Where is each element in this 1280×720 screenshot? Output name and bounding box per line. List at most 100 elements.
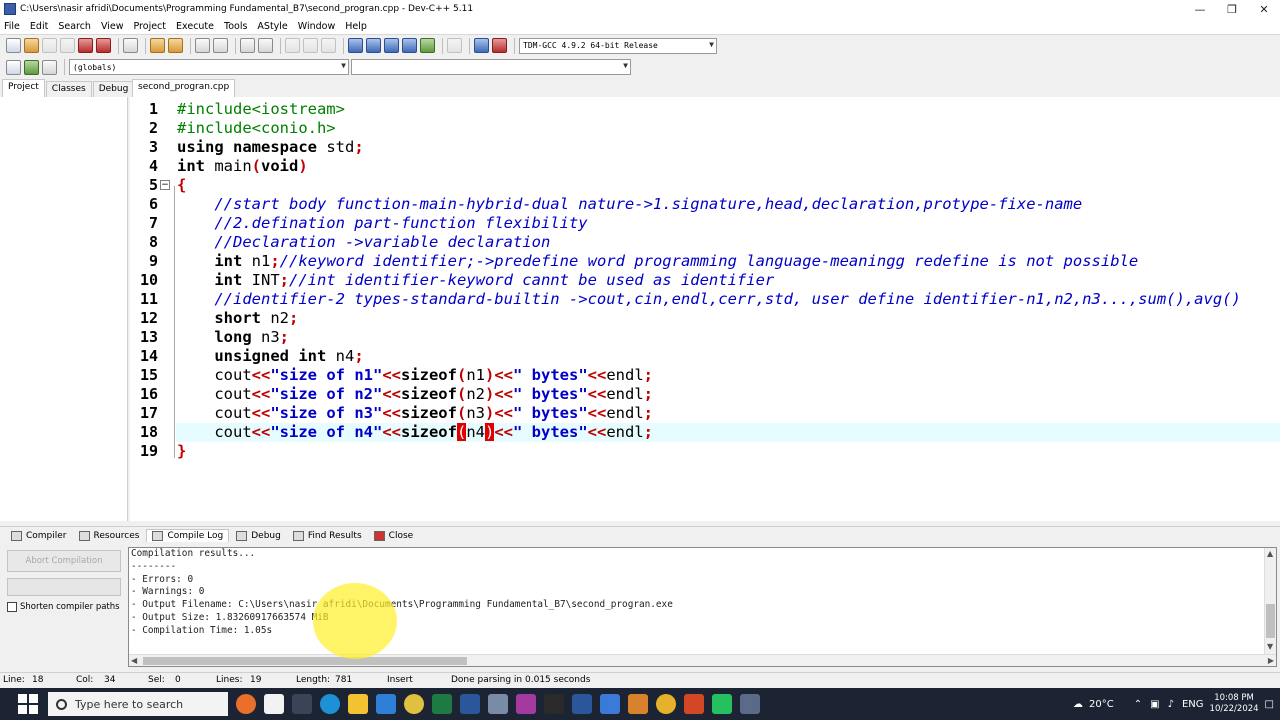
tab-find-results[interactable]: Find Results (288, 530, 367, 542)
powerpoint-icon[interactable] (684, 694, 704, 714)
menu-project[interactable]: Project (134, 21, 167, 32)
close-window-button[interactable]: ✕ (1248, 0, 1280, 18)
scroll-right-icon[interactable]: ▶ (1268, 656, 1274, 665)
chrome-profile-icon[interactable] (656, 694, 676, 714)
notification-icon[interactable]: □ (1265, 699, 1274, 710)
menu-view[interactable]: View (101, 21, 124, 32)
tab-classes[interactable]: Classes (45, 81, 92, 97)
tab-project[interactable]: Project (2, 79, 45, 97)
code-editor[interactable]: 1 #include<iostream> 2 #include<conio.h> 3 us… (130, 97, 1280, 521)
goto-back-icon[interactable] (285, 38, 300, 53)
new-project-icon[interactable] (6, 59, 21, 75)
menu-help[interactable]: Help (345, 21, 367, 32)
weather-icon[interactable]: ☁ (1073, 699, 1083, 710)
word-icon[interactable] (460, 694, 480, 714)
menu-search[interactable]: Search (58, 21, 91, 32)
tab-close[interactable]: Close (369, 530, 419, 542)
delete-profile-icon[interactable] (492, 38, 507, 53)
code-line[interactable]: cout<<"size of n1"<<sizeof(n1)<<" bytes"… (130, 366, 1280, 385)
scroll-left-icon[interactable]: ◀ (131, 656, 137, 665)
input-language[interactable]: ENG (1182, 699, 1204, 710)
maximize-button[interactable]: ❐ (1216, 0, 1248, 18)
minimize-button[interactable]: — (1184, 0, 1216, 18)
run-icon[interactable] (366, 38, 381, 53)
open-file-icon[interactable] (24, 38, 39, 53)
code-line[interactable]: cout<<"size of n4"<<sizeof(n4)<<" bytes"… (130, 423, 1280, 442)
code-line[interactable]: int main(void) (130, 157, 1280, 176)
tray-chevron-icon[interactable]: ⌃ (1134, 699, 1142, 710)
windows-start-icon[interactable] (14, 690, 42, 718)
code-app-icon[interactable] (544, 694, 564, 714)
bookmark-icon[interactable] (321, 38, 336, 53)
excel-icon[interactable] (432, 694, 452, 714)
code-line[interactable]: using namespace std; (130, 138, 1280, 157)
app-g-icon[interactable] (516, 694, 536, 714)
shorten-paths-option[interactable]: Shorten compiler paths (7, 602, 120, 612)
scope-select[interactable]: (globals) ▼ (69, 59, 349, 75)
code-line[interactable]: int INT;//int identifier-keyword cannt b… (130, 271, 1280, 290)
tab-debug[interactable]: Debug (92, 81, 135, 97)
matlab-icon[interactable] (628, 694, 648, 714)
cursor-app-icon[interactable] (264, 694, 284, 714)
stop-execution-icon[interactable] (447, 38, 462, 53)
log-vertical-scrollbar[interactable]: ▲ ▼ (1264, 548, 1276, 654)
save-icon[interactable] (42, 38, 57, 53)
code-line[interactable]: { (130, 176, 1280, 195)
whatsapp-icon[interactable] (712, 694, 732, 714)
log-horizontal-scrollbar[interactable]: ◀ ▶ (129, 654, 1276, 666)
compiler-select[interactable]: TDM-GCC 4.9.2 64-bit Release ▼ (519, 37, 717, 54)
basketball-app-icon[interactable] (236, 694, 256, 714)
task-view-icon[interactable] (292, 694, 312, 714)
code-line[interactable]: #include<iostream> (130, 100, 1280, 119)
file-explorer-icon[interactable] (348, 694, 368, 714)
menu-file[interactable]: File (4, 21, 20, 32)
mail-app-icon[interactable] (376, 694, 396, 714)
menu-window[interactable]: Window (298, 21, 335, 32)
rebuild-icon[interactable] (402, 38, 417, 53)
code-line[interactable]: //Declaration ->variable declaration (130, 233, 1280, 252)
database-app-icon[interactable] (488, 694, 508, 714)
weather-temp[interactable]: 20°C (1089, 699, 1114, 710)
compile-run-icon[interactable] (384, 38, 399, 53)
shorten-paths-checkbox[interactable] (7, 602, 17, 612)
member-select[interactable]: ▼ (351, 59, 631, 75)
clock[interactable]: 10:08 PM 10/22/2024 (1210, 693, 1259, 715)
edge-browser-icon[interactable] (320, 694, 340, 714)
scroll-down-icon[interactable]: ▼ (1267, 642, 1273, 651)
scroll-up-icon[interactable]: ▲ (1267, 549, 1273, 558)
project-browser-panel[interactable] (0, 97, 128, 521)
tab-second-progran-cpp[interactable]: second_progran.cpp (132, 79, 236, 97)
close-all-icon[interactable] (96, 38, 111, 53)
word-doc-icon[interactable] (572, 694, 592, 714)
code-line[interactable]: cout<<"size of n3"<<sizeof(n3)<<" bytes"… (130, 404, 1280, 423)
undo-icon[interactable] (150, 38, 165, 53)
insert-code-icon[interactable] (24, 59, 39, 75)
code-line[interactable]: cout<<"size of n2"<<sizeof(n2)<<" bytes"… (130, 385, 1280, 404)
code-line[interactable]: int n1;//keyword identifier;->predefine … (130, 252, 1280, 271)
app-blue-icon[interactable] (600, 694, 620, 714)
menu-edit[interactable]: Edit (30, 21, 48, 32)
goto-forward-icon[interactable] (303, 38, 318, 53)
abort-compilation-button[interactable]: Abort Compilation (7, 550, 121, 572)
log-horizontal-scroll-thumb[interactable] (143, 657, 467, 665)
replace-icon[interactable] (213, 38, 228, 53)
log-vertical-scroll-thumb[interactable] (1266, 604, 1275, 638)
code-line[interactable]: short n2; (130, 309, 1280, 328)
tab-compiler[interactable]: Compiler (6, 530, 72, 542)
indent-icon[interactable] (240, 38, 255, 53)
tab-debug-bottom[interactable]: Debug (231, 530, 286, 542)
save-all-icon[interactable] (60, 38, 75, 53)
menu-tools[interactable]: Tools (224, 21, 247, 32)
menu-astyle[interactable]: AStyle (257, 21, 287, 32)
volume-icon[interactable]: ♪ (1168, 699, 1174, 710)
chrome-icon[interactable] (404, 694, 424, 714)
code-line[interactable]: //identifier-2 types-standard-builtin ->… (130, 290, 1280, 309)
code-line[interactable]: long n3; (130, 328, 1280, 347)
compile-log-output[interactable]: Compilation results... -------- - Errors… (128, 547, 1277, 667)
unindent-icon[interactable] (258, 38, 273, 53)
taskbar-search-input[interactable]: Type here to search (48, 692, 228, 716)
code-line[interactable]: #include<conio.h> (130, 119, 1280, 138)
menu-execute[interactable]: Execute (176, 21, 214, 32)
toggle-bookmark-icon[interactable] (42, 59, 57, 75)
code-line[interactable]: //start body function-main-hybrid-dual n… (130, 195, 1280, 214)
